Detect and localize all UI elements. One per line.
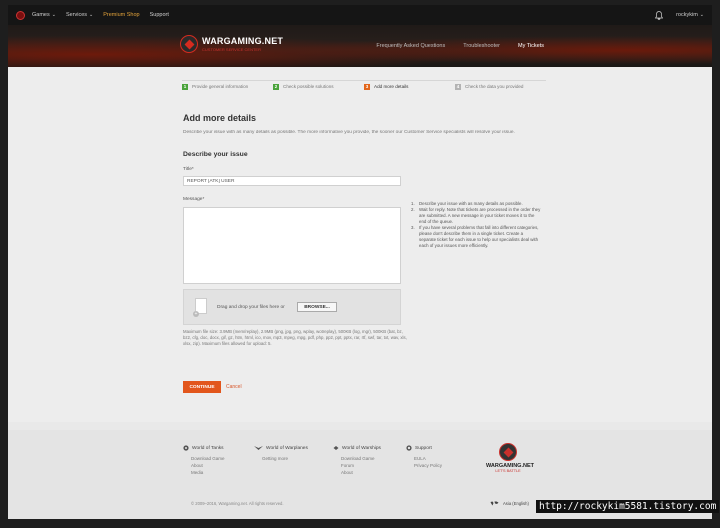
step-label: Add more details [374,84,409,89]
footer-link[interactable]: About [191,463,225,468]
brand-tagline: CUSTOMER SERVICE CENTER [202,47,261,52]
brand-name: WARGAMING.NET [202,36,284,46]
world-of-tanks-icon [183,445,189,451]
footer-wargaming-logo[interactable]: WARGAMING.NET LET'S BATTLE [486,443,534,473]
support-icon [406,445,412,451]
footer-heading[interactable]: World of Warplanes [254,445,308,451]
footer-link[interactable]: Download Game [341,456,381,461]
step-label: Provide general information [192,84,249,89]
section-title: Describe your issue [183,151,248,158]
title-label: Title* [183,167,194,172]
footer-heading[interactable]: World of Warships [333,445,381,451]
site-header: WARGAMING.NET CUSTOMER SERVICE CENTER Fr… [8,25,712,67]
wargaming-emblem-icon [499,443,517,461]
step-2: 2 Check possible solutions [273,80,364,92]
title-input[interactable] [183,176,401,186]
file-add-icon [193,298,207,317]
wargaming-emblem-icon [180,35,198,53]
footer-heading[interactable]: Support [406,445,442,451]
nav-troubleshooter[interactable]: Troubleshooter [463,43,500,49]
wargaming-logo[interactable]: WARGAMING.NET CUSTOMER SERVICE CENTER [180,35,283,53]
world-map-icon [490,501,499,506]
step-label: Check possible solutions [283,84,334,89]
page-title: Add more details [183,113,257,123]
footer-heading[interactable]: World of Tanks [183,445,225,451]
region-selector[interactable]: Asia (English) [490,501,529,506]
file-limits-text: Maximum file size: 3.9MB (mem/replay), 2… [183,329,407,346]
topnav-games[interactable]: Games ⌄ [32,12,56,18]
footer-col-world-of-tanks: World of Tanks Download Game About Media [183,445,225,477]
user-menu[interactable]: rockykim ⌄ [676,12,704,18]
topnav-support[interactable]: Support [150,12,169,18]
chevron-down-icon: ⌄ [699,12,704,18]
footer-logo-tagline: LET'S BATTLE [495,469,521,473]
progress-steps: 1 Provide general information 2 Check po… [182,80,546,92]
username: rockykim [676,12,698,18]
footer-col-support: Support EULA Privacy Policy [406,445,442,470]
continue-button[interactable]: CONTINUE [183,381,221,393]
step-4: 4 Check the data you provided [455,80,546,92]
intro-text: Describe your issue with as many details… [183,130,515,135]
tip-item: 3. If you have several problems that fall… [411,225,539,248]
step-number: 4 [455,83,461,90]
footer-link[interactable]: Getting more [262,456,308,461]
browse-button[interactable]: BROWSE... [297,302,337,312]
wargaming-mini-logo-icon[interactable] [16,10,25,20]
watermark-text: http://rockykim5581.tistory.com [536,500,720,513]
footer-link[interactable]: Download Game [191,456,225,461]
step-1: 1 Provide general information [182,80,273,92]
step-3: 3 Add more details [364,80,455,92]
topnav-services[interactable]: Services ⌄ [66,12,93,18]
drop-text: Drag and drop your files here or [217,305,285,310]
browser-viewport: Games ⌄ Services ⌄ Premium Shop Support ro… [8,5,712,519]
footer-link[interactable]: Media [191,470,225,475]
tip-item: 2. Wait for reply. Note that tickets are … [411,207,541,224]
message-textarea[interactable] [183,207,401,284]
top-navigation-bar: Games ⌄ Services ⌄ Premium Shop Support ro… [8,5,712,25]
step-number: 2 [273,83,279,90]
step-number: 3 [364,83,370,90]
nav-faq[interactable]: Frequently Asked Questions [376,43,445,49]
cancel-link[interactable]: Cancel [226,384,242,390]
footer-link[interactable]: EULA [414,456,442,461]
message-label: Message* [183,197,205,202]
ticket-form-content: 1 Provide general information 2 Check po… [8,67,712,422]
world-of-warplanes-icon [254,446,263,450]
footer-link[interactable]: Privacy Policy [414,463,442,468]
topnav-premium-shop[interactable]: Premium Shop [103,12,139,18]
world-of-warships-icon [333,446,339,450]
notification-bell-icon[interactable] [654,10,664,20]
step-label: Check the data you provided [465,84,524,89]
footer-link[interactable]: About [341,470,381,475]
chevron-down-icon: ⌄ [89,12,94,18]
footer-col-world-of-warplanes: World of Warplanes Getting more [254,445,308,463]
header-navigation: Frequently Asked Questions Troubleshoote… [358,43,544,49]
footer-col-world-of-warships: World of Warships Download Game Forum Ab… [333,445,381,477]
tips-list: 1. Describe your issue with as many detai… [411,201,541,249]
chevron-down-icon: ⌄ [51,12,56,18]
copyright-text: © 2009–2016, Wargaming.net. All rights r… [191,501,284,506]
nav-my-tickets[interactable]: My Tickets [518,43,544,49]
file-dropzone[interactable]: Drag and drop your files here or BROWSE.… [183,289,401,325]
footer-link[interactable]: Forum [341,463,381,468]
step-number: 1 [182,83,188,90]
